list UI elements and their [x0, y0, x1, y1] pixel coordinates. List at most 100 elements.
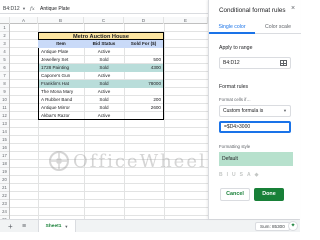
row-header-13[interactable]: 13: [0, 120, 9, 128]
column-header-d[interactable]: D: [124, 17, 164, 24]
row-header-10[interactable]: 10: [0, 96, 9, 104]
cell-bid-status[interactable]: Sold: [84, 56, 124, 64]
row-header-24[interactable]: 24: [0, 208, 9, 216]
cell-sold-for[interactable]: 200: [124, 96, 164, 104]
table-row: Antique Plate Active: [10, 48, 208, 56]
row-header-19[interactable]: 19: [0, 168, 9, 176]
cell-bid-status[interactable]: Sold: [84, 104, 124, 112]
sum-indicator[interactable]: Sum: 85300: [255, 222, 290, 231]
column-header-c[interactable]: C: [84, 17, 124, 24]
cell-item[interactable]: A Rubber Band: [38, 96, 84, 104]
cell-sold-for[interactable]: [124, 112, 164, 120]
table-row: [10, 120, 208, 128]
cell-bid-status[interactable]: Active: [84, 88, 124, 96]
style-preset-default[interactable]: Default: [219, 152, 293, 166]
chevron-down-icon[interactable]: ▼: [64, 224, 68, 229]
row-header-18[interactable]: 18: [0, 160, 9, 168]
row-header-17[interactable]: 17: [0, 152, 9, 160]
sheet-bar: + ≡ Sheet1 ▼ Sum: 85300 ✦: [0, 219, 300, 232]
cell-sold-for[interactable]: 78000: [124, 80, 164, 88]
cell-bid-status[interactable]: Active: [84, 112, 124, 120]
cell-sold-for[interactable]: [124, 72, 164, 80]
done-button[interactable]: Done: [254, 188, 284, 201]
cell-sold-for[interactable]: 2600: [124, 104, 164, 112]
cell-item[interactable]: Antique Plate: [38, 48, 84, 56]
cell-bid-status[interactable]: Sold: [84, 96, 124, 104]
add-sheet-button[interactable]: +: [8, 222, 13, 231]
sheet-tab-sheet1[interactable]: Sheet1 ▼: [38, 220, 76, 232]
all-sheets-button[interactable]: ≡: [22, 223, 26, 230]
cell-item[interactable]: Akbar's Razor: [38, 112, 84, 120]
cell-item[interactable]: Antique Mirror: [38, 104, 84, 112]
select-all-corner[interactable]: [0, 17, 10, 24]
tab-single-color[interactable]: Single color: [209, 22, 255, 34]
row-header-23[interactable]: 23: [0, 200, 9, 208]
conditional-format-panel: Conditional format rules × Single color …: [208, 0, 301, 219]
column-title-item[interactable]: Item: [38, 40, 84, 48]
italic-icon[interactable]: I: [227, 172, 228, 178]
chevron-down-icon[interactable]: ▼: [22, 6, 30, 11]
row-header-22[interactable]: 22: [0, 192, 9, 200]
row-header-20[interactable]: 20: [0, 176, 9, 184]
column-header-b[interactable]: B: [38, 17, 84, 24]
row-header-9[interactable]: 9: [0, 88, 9, 96]
cell-grid[interactable]: Metro Auction House Item Bid Status Sold Fo…: [10, 24, 208, 224]
column-header-a[interactable]: A: [10, 17, 38, 24]
cell-bid-status[interactable]: Sold: [84, 80, 124, 88]
condition-select[interactable]: Custom formula is ▼: [219, 105, 291, 117]
column-title-sold-for[interactable]: Sold For ($): [124, 40, 164, 48]
table-title[interactable]: Metro Auction House: [38, 32, 164, 40]
cell-item[interactable]: Jewellery Set: [38, 56, 84, 64]
row-header-12[interactable]: 12: [0, 112, 9, 120]
text-color-icon[interactable]: A: [247, 172, 251, 178]
row-header-15[interactable]: 15: [0, 136, 9, 144]
strikethrough-icon[interactable]: S: [240, 172, 243, 178]
row-header-14[interactable]: 14: [0, 128, 9, 136]
tab-color-scale[interactable]: Color scale: [255, 22, 301, 34]
cell-bid-status[interactable]: Sold: [84, 64, 124, 72]
format-if-label: Format cells if…: [219, 97, 251, 102]
row-header-8[interactable]: 8: [0, 80, 9, 88]
row-header-7[interactable]: 7: [0, 72, 9, 80]
close-icon[interactable]: ×: [291, 5, 295, 12]
cell-item[interactable]: 1728 Painting: [38, 64, 84, 72]
row-header-4[interactable]: 4: [0, 48, 9, 56]
column-title-bid-status[interactable]: Bid Status: [84, 40, 124, 48]
cell-item[interactable]: Capone's Gun: [38, 72, 84, 80]
cell-item[interactable]: Franklin's Hat: [38, 80, 84, 88]
select-range-icon[interactable]: [280, 60, 287, 66]
watermark: OfficeWheel: [48, 150, 207, 172]
row-header-3[interactable]: 3: [0, 40, 9, 48]
cell-sold-for[interactable]: 500: [124, 56, 164, 64]
cell-sold-for[interactable]: 4300: [124, 64, 164, 72]
table-row: [10, 136, 208, 144]
row-header-6[interactable]: 6: [0, 64, 9, 72]
cell-sold-for[interactable]: [124, 88, 164, 96]
fill-color-icon[interactable]: ◆: [255, 172, 259, 178]
cell-item[interactable]: The Mona Mary: [38, 88, 84, 96]
custom-formula-input[interactable]: =$D4>3000: [219, 121, 291, 133]
cell-bid-status[interactable]: Active: [84, 48, 124, 56]
table-row: Capone's Gun Active: [10, 72, 208, 80]
row-header-16[interactable]: 16: [0, 144, 9, 152]
formula-input[interactable]: Antique Plate: [40, 6, 70, 12]
column-header-e[interactable]: E: [164, 17, 208, 24]
cell-bid-status[interactable]: Active: [84, 72, 124, 80]
sheet-tab-label: Sheet1: [45, 223, 62, 229]
name-box[interactable]: B4:D12: [0, 6, 22, 12]
row-header-21[interactable]: 21: [0, 184, 9, 192]
table-row: Metro Auction House: [10, 32, 208, 40]
explore-icon[interactable]: ✦: [288, 221, 298, 231]
row-header-2[interactable]: 2: [0, 32, 9, 40]
cell-sold-for[interactable]: [124, 48, 164, 56]
row-header-11[interactable]: 11: [0, 104, 9, 112]
apply-range-label: Apply to range: [219, 45, 253, 51]
cancel-button[interactable]: Cancel: [220, 188, 250, 201]
row-header-5[interactable]: 5: [0, 56, 9, 64]
bold-icon[interactable]: B: [219, 172, 223, 178]
officewheel-logo-icon: [49, 151, 69, 171]
range-input[interactable]: B4:D12: [219, 57, 291, 69]
row-header-1[interactable]: 1: [0, 24, 9, 32]
table-row: The Mona Mary Active: [10, 88, 208, 96]
underline-icon[interactable]: U: [232, 172, 236, 178]
